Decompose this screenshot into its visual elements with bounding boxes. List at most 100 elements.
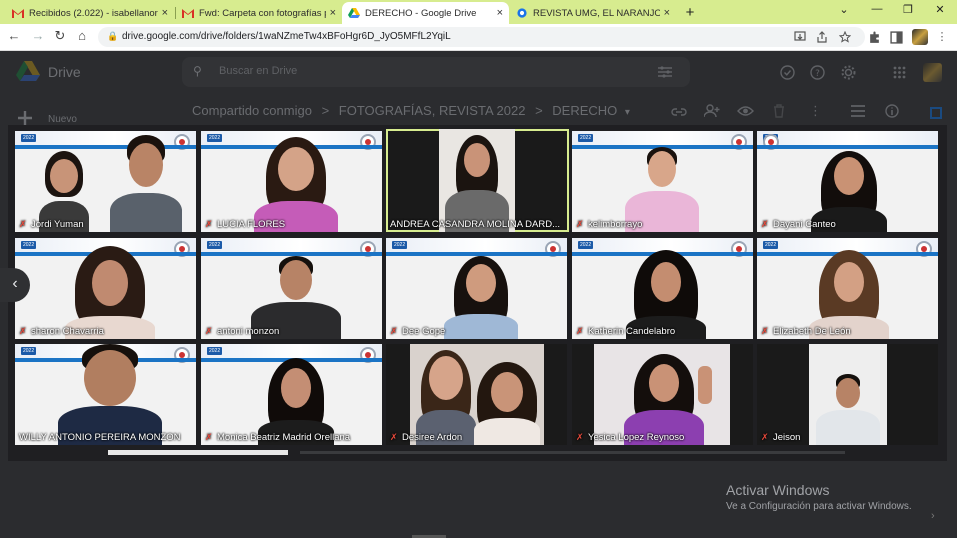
account-avatar[interactable] [923,63,942,82]
participant-tile-kelimborrayo[interactable]: 2022 ✗ kelimborrayo [572,131,753,232]
mic-off-icon: ✗ [205,219,213,229]
participant-name: kelimborrayo [588,219,643,230]
participant-name-bar: ✗ Elizabeth De León [757,324,938,339]
extensions-icon[interactable] [868,31,881,44]
minimize-icon[interactable]: — [862,3,892,15]
participant-tile-jeison[interactable]: ✗ Jeison [757,344,938,445]
participant-tile-willy-pereira-monzon[interactable]: 2022 WILLY ANTONIO PEREIRA MONZON [15,344,196,445]
add-person-icon[interactable] [704,104,720,118]
home-icon[interactable]: ⌂ [73,28,91,43]
participant-name-bar: ✗ Jeison [757,430,938,445]
breadcrumb-shared[interactable]: Compartido conmigo [192,103,312,118]
participant-tile-yesica-lopez-reynoso[interactable]: ✗ Yesica Lopez Reynoso [572,344,753,445]
participant-tile-dayani-canteo[interactable]: 2022 ✗ Dayani Canteo [757,131,938,232]
participant-tile-sharon-chavarria[interactable]: 2022 ✗ sharon Chavarria [15,238,196,339]
participant-name-bar: ✗ Yesica Lopez Reynoso [572,430,753,445]
university-logo-icon [360,134,376,150]
banner-year: 2022 [21,347,37,355]
tab-drive[interactable]: DERECHO - Google Drive × [342,2,509,24]
banner-year: 2022 [578,134,594,142]
tab-title: Recibidos (2.022) - isabellanoriega [29,7,158,19]
participant-name: ANDREA CASANDRA MOLINA DARD... [390,219,560,230]
activate-windows-watermark: Activar Windows Ve a Configuración para … [726,482,912,512]
participant-tile-jordi-yuman[interactable]: 2022 ✗ Jordi Yuman [15,131,196,232]
close-icon[interactable]: × [497,7,503,19]
horizontal-scrollbar-thumb[interactable] [108,450,288,455]
breadcrumb-separator: > [535,103,543,118]
side-panel-toggle-icon[interactable] [930,107,942,119]
tab-gmail-fwd[interactable]: Fwd: Carpeta con fotografías para × [176,2,342,24]
banner-year: 2022 [207,347,223,355]
tab-title: REVISTA UMG, EL NARANJO - Re [533,7,660,19]
participant-tile-lucia-flores[interactable]: 2022 ✗ LUCIA FLORES [201,131,382,232]
search-options-icon[interactable] [658,66,672,78]
drive-search-input[interactable]: ⚲ Buscar en Drive [182,57,690,87]
close-icon[interactable]: × [664,7,670,19]
participant-tile-dee-gope[interactable]: 2022 ✗ Dee Gope [386,238,567,339]
participant-name-bar: WILLY ANTONIO PEREIRA MONZON [15,430,196,445]
participant-tile-desiree-ardon[interactable]: ✗ Desiree Ardon [386,344,567,445]
participant-tile-katherin-candelabro[interactable]: 2022 ✗ Katherin Candelabro [572,238,753,339]
university-logo-icon [360,241,376,257]
tab-search-icon[interactable]: ⌄ [829,3,859,16]
bookmark-star-icon[interactable] [839,31,851,43]
close-icon[interactable]: × [330,7,336,19]
participant-tile-monica-madrid-orellana[interactable]: 2022 ✗ Monica Beatriz Madrid Orellana [201,344,382,445]
install-icon[interactable] [794,31,806,43]
forward-icon[interactable]: → [29,28,47,43]
chevron-down-icon[interactable]: ▾ [625,107,630,118]
mic-off-icon: ✗ [576,219,584,229]
close-icon[interactable]: × [162,7,168,19]
kebab-menu-icon[interactable]: ⋮ [935,30,949,43]
participant-name-bar: ✗ Dee Gope [386,324,567,339]
side-panel-icon[interactable] [890,31,903,44]
apps-grid-icon[interactable] [893,66,906,79]
participant-name: WILLY ANTONIO PEREIRA MONZON [19,432,181,443]
help-icon[interactable]: ? [810,65,825,80]
breadcrumb-fotografias[interactable]: FOTOGRAFÍAS, REVISTA 2022 [339,103,526,118]
banner-year: 2022 [207,241,223,249]
new-button-label: Nuevo [48,114,77,125]
mic-off-icon: ✗ [761,432,769,442]
list-view-icon[interactable] [851,105,865,117]
horizontal-scrollbar-track[interactable] [300,451,845,454]
participant-name-bar: ✗ Jordi Yuman [15,217,196,232]
share-icon[interactable] [816,31,828,43]
url-text[interactable]: drive.google.com/drive/folders/1waNZmeTw… [122,31,451,42]
mic-off-icon: ✗ [19,326,27,336]
event-banner: 2022 [201,238,382,257]
new-tab-button[interactable]: + [681,4,699,22]
participant-tile-antoni-monzon[interactable]: 2022 ✗ antoni monzon [201,238,382,339]
event-banner: 2022 [572,131,753,150]
breadcrumb-separator: > [321,103,330,118]
window-close-icon[interactable]: ✕ [925,3,955,16]
university-logo-icon [731,134,747,150]
restore-icon[interactable]: ❐ [893,3,923,16]
link-icon[interactable] [671,106,687,118]
reload-icon[interactable]: ↻ [51,28,69,44]
info-icon[interactable] [885,104,899,118]
trash-icon[interactable] [773,104,785,118]
banner-year: 2022 [578,241,594,249]
mic-off-icon: ✗ [576,432,584,442]
participant-tile-andrea-molina[interactable]: ANDREA CASANDRA MOLINA DARD... [386,129,569,232]
drive-title: Drive [48,64,81,80]
profile-avatar[interactable] [912,29,928,45]
more-actions-icon[interactable]: ⋮ [809,103,822,119]
address-bar[interactable]: 🔒 drive.google.com/drive/folders/1waNZme… [98,27,865,47]
back-icon[interactable]: ← [5,28,23,43]
mic-off-icon: ✗ [390,326,398,336]
breadcrumb-derecho[interactable]: DERECHO [552,103,617,118]
offline-status-icon[interactable] [780,65,795,80]
chrome-icon [517,8,527,18]
settings-gear-icon[interactable] [841,65,856,80]
tab-gmail-inbox[interactable]: Recibidos (2.022) - isabellanoriega × [6,2,174,24]
gmail-icon [12,9,24,18]
participant-name-bar: ✗ Dayani Canteo [757,217,938,232]
tab-revista[interactable]: REVISTA UMG, EL NARANJO - Re × [510,2,676,24]
participant-name-bar: ✗ Monica Beatriz Madrid Orellana [201,430,382,445]
participant-tile-elizabeth-de-leon[interactable]: 2022 ✗ Elizabeth De León [757,238,938,339]
preview-eye-icon[interactable] [737,105,754,117]
mic-off-icon: ✗ [205,432,213,442]
mic-off-icon: ✗ [761,219,769,229]
